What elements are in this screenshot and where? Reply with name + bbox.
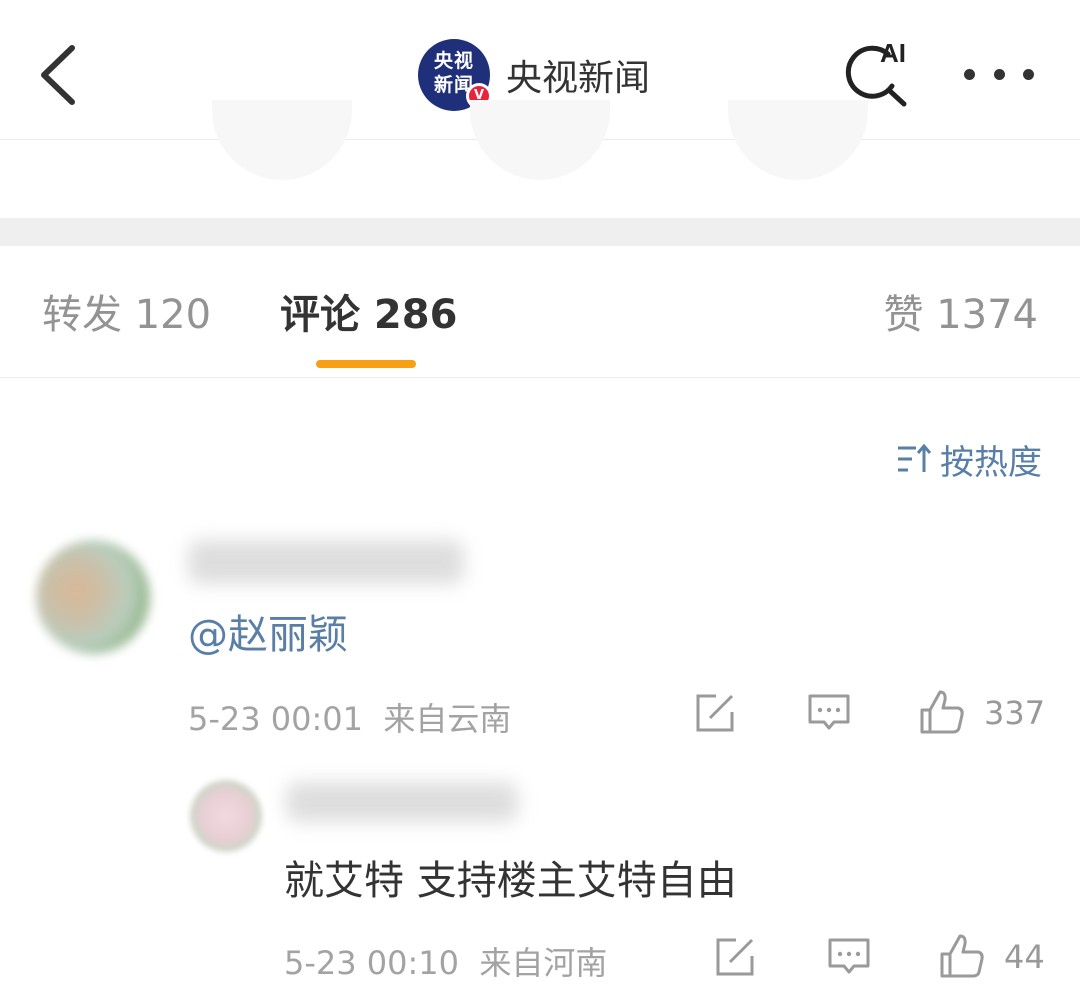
tab-comment[interactable]: 评论 286: [280, 290, 457, 340]
comment-location: 来自云南: [383, 700, 512, 738]
tab-repost[interactable]: 转发 120: [42, 290, 211, 340]
reply-text[interactable]: 就艾特 支持楼主艾特自由: [284, 848, 737, 906]
reply-icon[interactable]: [806, 690, 852, 736]
sort-button[interactable]: 按热度: [896, 438, 1042, 483]
share-icon[interactable]: [712, 934, 758, 980]
reply-avatar[interactable]: [190, 780, 262, 852]
more-dot: [1023, 68, 1034, 80]
post-tabs: 转发 120 评论 286 赞 1374: [0, 246, 1080, 378]
comment-time: 5-23 00:01: [188, 700, 364, 738]
share-icon[interactable]: [692, 690, 738, 736]
like-count: 337: [984, 694, 1046, 732]
account-name[interactable]: 央视新闻: [506, 49, 650, 101]
more-options-icon[interactable]: [964, 62, 1034, 86]
tab-like[interactable]: 赞 1374: [883, 290, 1038, 340]
reply-time: 5-23 00:10: [284, 944, 460, 982]
back-icon[interactable]: [30, 40, 90, 110]
reply-icon[interactable]: [826, 934, 872, 980]
like-icon[interactable]: [938, 932, 986, 980]
sort-icon: [898, 443, 932, 472]
ai-label: AI: [880, 38, 906, 68]
comment-text[interactable]: @赵丽颖: [188, 602, 348, 660]
active-tab-indicator: [316, 360, 416, 368]
like-icon[interactable]: [918, 688, 966, 736]
section-divider: [0, 218, 1080, 246]
post-action-bubble[interactable]: [728, 100, 868, 180]
commenter-name-blurred[interactable]: [188, 540, 464, 584]
post-action-bubble[interactable]: [470, 100, 610, 180]
comment-meta: 5-23 00:01 来自云南: [188, 694, 511, 740]
like-count: 44: [1004, 938, 1045, 976]
more-dot: [964, 68, 975, 80]
reply-name-blurred[interactable]: [286, 782, 518, 822]
post-action-bubble[interactable]: [212, 100, 352, 180]
sort-label: 按热度: [940, 442, 1042, 483]
more-dot: [993, 68, 1005, 80]
reply-location: 来自河南: [479, 944, 608, 982]
commenter-avatar[interactable]: [36, 540, 150, 654]
reply-meta: 5-23 00:10 来自河南: [284, 938, 607, 984]
